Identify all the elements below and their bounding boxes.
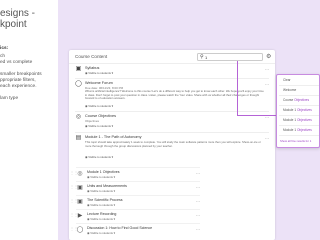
divider: [75, 78, 269, 79]
content-item-module-1[interactable]: ▤ Module 1 - The Path of Autonomy This t…: [75, 135, 269, 161]
module-sub-item[interactable]: ▶ Lecture Recording ◉ Visible to student…: [76, 209, 200, 222]
search-value: 1: [205, 55, 208, 60]
visibility-select[interactable]: ◉ Visible to students ▾: [87, 217, 115, 221]
dropdown-option[interactable]: Module 1 Objectives: [283, 108, 312, 112]
more-options-icon[interactable]: ⋯: [196, 171, 200, 176]
sub-item-title[interactable]: Module 1 Objectives: [87, 170, 120, 174]
visibility-select[interactable]: ◉ Visible to students ▾: [87, 175, 115, 179]
dropdown-option[interactable]: Course Objectives: [283, 98, 309, 102]
more-options-icon[interactable]: ⋯: [265, 67, 269, 72]
forum-icon: ◯: [75, 81, 82, 87]
module-sub-item[interactable]: ◎ Module 1 Objectives ◉ Visible to stude…: [76, 167, 200, 180]
forum-icon: ◯: [76, 227, 84, 233]
dropdown-option[interactable]: Welcome: [283, 88, 296, 92]
module-sub-item[interactable]: ▣ The Scientific Process ◉ Visible to st…: [76, 195, 200, 208]
visibility-select[interactable]: ◉ Visible to students ▾: [85, 71, 113, 75]
dropdown-divider: [279, 95, 319, 96]
content-item-welcome-forum[interactable]: ◯ Welcome Forum Due date: 06/11/23, 8:00…: [75, 81, 269, 109]
more-options-icon[interactable]: ⋯: [196, 213, 200, 218]
content-item-syllabus[interactable]: ▣ Syllabus ◉ Visible to students ▾ ⋯: [75, 66, 269, 76]
more-options-icon[interactable]: ⋯: [265, 82, 269, 87]
more-options-icon[interactable]: ⋯: [196, 199, 200, 204]
notes-line: lam type: [0, 96, 19, 101]
sub-item-title[interactable]: Lecture Recording: [87, 212, 116, 216]
show-all-results-link[interactable]: Show all fine results for 1: [280, 139, 311, 143]
visibility-select[interactable]: ◉ Visible to students ▾: [87, 189, 115, 193]
more-options-icon[interactable]: ⋯: [265, 136, 269, 141]
slide-title-line-2: kpoint: [0, 19, 27, 30]
dropdown-divider: [279, 105, 319, 106]
objectives-icon: ◎: [75, 114, 82, 120]
divider: [75, 111, 269, 112]
visibility-select[interactable]: ◉ Visible to students ▾: [87, 203, 115, 207]
item-title[interactable]: Module 1 - The Path of Autonomy: [85, 135, 142, 139]
gear-icon[interactable]: ⚙: [266, 53, 271, 60]
folder-icon: ▤: [75, 135, 82, 141]
panel-header: Course Content ⚲ 1 ⚙: [69, 50, 275, 64]
more-options-icon[interactable]: ⋯: [196, 185, 200, 190]
dropdown-option[interactable]: Module 1 Objectives: [283, 118, 312, 122]
slide-left-area: [0, 0, 58, 240]
slide-notes: ics: ch ed vs complete smaller breakpoin…: [0, 46, 56, 102]
sub-item-title[interactable]: Units and Measurements: [87, 184, 127, 188]
content-item-course-objectives[interactable]: ◎ Course Objectives Objectives ◉ Visible…: [75, 114, 269, 130]
document-icon: ▣: [77, 199, 83, 205]
sub-item-title[interactable]: The Scientific Process: [87, 198, 123, 202]
visibility-select[interactable]: ◉ Visible to students ▾: [85, 104, 113, 108]
slide-title-line-1: esigns -: [0, 8, 36, 19]
search-icon: ⚲: [200, 54, 204, 60]
search-input[interactable]: ⚲ 1: [197, 53, 263, 61]
dropdown-divider: [279, 85, 319, 86]
callout-arrow-line: [237, 61, 238, 115]
video-icon: ▶: [77, 213, 83, 219]
item-subtitle: Objectives: [85, 119, 100, 123]
dropdown-divider: [279, 115, 319, 116]
module-sub-item[interactable]: ◯ Discussion 1: How to Find Good Science…: [76, 223, 200, 236]
dropdown-divider: [279, 125, 319, 126]
module-sub-item[interactable]: ▣ Units and Measurements ◉ Visible to st…: [76, 181, 200, 194]
visibility-select[interactable]: ◉ Visible to students ▾: [85, 124, 113, 128]
panel-title: Course Content: [75, 54, 108, 59]
objectives-icon: ◎: [77, 171, 83, 177]
dropdown-option[interactable]: Module 1 Objectives: [283, 128, 312, 132]
item-title[interactable]: Welcome Forum: [85, 81, 113, 85]
search-results-dropdown: Clear Welcome Course Objectives Module 1…: [276, 74, 320, 148]
visibility-select[interactable]: ◉ Visible to students ▾: [87, 231, 115, 235]
document-icon: ▣: [77, 185, 83, 191]
visibility-select[interactable]: ◉ Visible to students ▾: [85, 155, 113, 159]
item-description: This topic should take approximately 1 w…: [85, 140, 261, 148]
item-title[interactable]: Course Objectives: [85, 114, 116, 118]
callout-arrow-line: [237, 115, 276, 116]
sub-item-title[interactable]: Discussion 1: How to Find Good Science: [87, 226, 152, 230]
divider: [75, 132, 269, 133]
dropdown-divider: [279, 135, 319, 136]
more-options-icon[interactable]: ⋯: [196, 227, 200, 232]
notes-heading: ics:: [0, 46, 9, 51]
item-description: What is artificial intelligence? Welcome…: [85, 89, 264, 101]
slide-title: esigns - kpoint: [0, 8, 60, 30]
item-title[interactable]: Syllabus: [85, 66, 99, 70]
dropdown-option[interactable]: Clear: [283, 78, 291, 82]
document-icon: ▣: [75, 66, 82, 72]
